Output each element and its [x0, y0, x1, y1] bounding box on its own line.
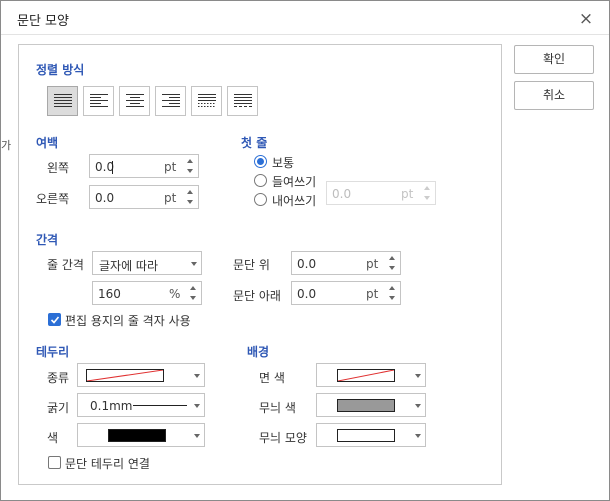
border-color-select[interactable] — [77, 423, 205, 447]
pattern-color-select[interactable] — [316, 393, 426, 417]
pattern-shape-select[interactable] — [316, 423, 426, 447]
no-border-slash-icon — [87, 370, 163, 381]
cancel-button[interactable]: 취소 — [514, 81, 594, 110]
background-text-fragment: 가 — [1, 139, 12, 152]
line-spacing-type-select[interactable]: 글자에 따라 — [92, 251, 202, 275]
border-type-label: 종류 — [47, 371, 70, 385]
space-above-field[interactable]: 0.0 pt — [291, 251, 401, 275]
pattern-shape-label: 무늬 모양 — [259, 431, 307, 445]
align-left-icon — [90, 94, 108, 107]
margin-heading: 여백 — [36, 136, 59, 150]
first-line-indent-value: 0.0 — [332, 187, 352, 201]
spacing-heading: 간격 — [36, 233, 59, 247]
margin-right-unit: pt — [164, 191, 177, 205]
dialog-title: 문단 모양 — [17, 14, 69, 29]
alignment-heading: 정렬 방식 — [36, 63, 85, 77]
chevron-down-icon — [415, 404, 421, 408]
text-caret — [112, 161, 113, 174]
space-below-spinner[interactable] — [386, 282, 400, 304]
face-color-label: 면 색 — [259, 371, 285, 385]
first-line-indent-radio[interactable] — [254, 174, 267, 187]
space-below-label: 문단 아래 — [233, 289, 281, 303]
border-connect-label: 문단 테두리 연결 — [65, 457, 150, 471]
chevron-down-icon — [194, 374, 200, 378]
close-icon[interactable]: × — [576, 9, 596, 29]
space-above-unit: pt — [366, 257, 379, 271]
pattern-color-label: 무늬 색 — [259, 401, 296, 415]
align-divide-icon — [234, 94, 252, 107]
pattern-shape-swatch — [337, 429, 395, 442]
space-above-label: 문단 위 — [233, 258, 270, 272]
first-line-indent-unit: pt — [401, 187, 414, 201]
border-thickness-label: 굵기 — [47, 401, 70, 415]
margin-left-spinner[interactable] — [184, 155, 198, 177]
align-justify-button[interactable] — [47, 86, 78, 116]
line-spacing-unit: % — [169, 287, 181, 301]
margin-left-label: 왼쪽 — [47, 161, 70, 175]
border-none-swatch — [86, 369, 164, 382]
border-color-label: 색 — [47, 431, 59, 445]
title-bar: 문단 모양 × — [1, 1, 609, 35]
space-below-field[interactable]: 0.0 pt — [291, 281, 401, 305]
line-grid-label: 편집 용지의 줄 격자 사용 — [65, 314, 191, 328]
align-distribute-button[interactable] — [191, 86, 222, 116]
first-line-hanging-radio[interactable] — [254, 193, 267, 206]
border-thickness-value: 0.1mm — [90, 399, 133, 413]
line-spacing-value-field[interactable]: 160 % — [92, 281, 202, 305]
align-center-button[interactable] — [119, 86, 150, 116]
border-thickness-select[interactable]: 0.1mm — [77, 393, 205, 417]
border-type-select[interactable] — [77, 363, 205, 387]
face-color-select[interactable] — [316, 363, 426, 387]
line-spacing-label: 줄 간격 — [47, 258, 84, 272]
align-divide-button[interactable] — [227, 86, 258, 116]
space-below-unit: pt — [366, 287, 379, 301]
align-left-button[interactable] — [83, 86, 114, 116]
margin-right-label: 오른쪽 — [36, 192, 70, 206]
margin-right-spinner[interactable] — [184, 186, 198, 208]
thickness-line-preview — [133, 405, 187, 406]
first-line-indent-spinner[interactable] — [421, 182, 435, 204]
space-above-value: 0.0 — [297, 257, 317, 271]
first-line-hanging-label: 내어쓰기 — [272, 194, 317, 208]
align-center-icon — [126, 94, 144, 107]
border-color-swatch — [108, 429, 166, 442]
chevron-down-icon — [415, 374, 421, 378]
first-line-indent-label: 들여쓰기 — [272, 175, 317, 189]
line-spacing-spinner[interactable] — [187, 282, 201, 304]
first-line-normal-radio[interactable] — [254, 155, 267, 168]
line-grid-checkbox[interactable] — [48, 313, 61, 326]
first-line-indent-field[interactable]: 0.0 pt — [326, 181, 436, 205]
align-right-icon — [162, 94, 180, 107]
chevron-down-icon — [415, 434, 421, 438]
align-distribute-icon — [198, 94, 216, 107]
space-above-spinner[interactable] — [386, 252, 400, 274]
chevron-down-icon — [191, 262, 197, 266]
ok-button[interactable]: 확인 — [514, 45, 594, 74]
checkmark-icon — [50, 316, 60, 324]
background-heading: 배경 — [247, 345, 270, 359]
chevron-down-icon — [194, 404, 200, 408]
line-spacing-type-value: 글자에 따라 — [99, 259, 159, 273]
first-line-heading: 첫 줄 — [241, 136, 268, 150]
pattern-color-swatch — [337, 399, 395, 412]
no-color-slash-icon — [338, 370, 394, 381]
margin-right-value: 0.0 — [95, 191, 115, 205]
border-heading: 테두리 — [36, 345, 70, 359]
paragraph-shape-dialog: 문단 모양 × 확인 취소 정렬 방식 여백 왼쪽 0.0 pt 오른쪽 0.0… — [0, 0, 610, 501]
margin-right-field[interactable]: 0.0 pt — [89, 185, 199, 209]
line-spacing-value: 160 — [98, 287, 121, 301]
chevron-down-icon — [194, 434, 200, 438]
align-justify-icon — [54, 94, 72, 107]
border-connect-checkbox[interactable] — [48, 456, 61, 469]
align-right-button[interactable] — [155, 86, 186, 116]
margin-left-unit: pt — [164, 160, 177, 174]
face-color-none-swatch — [337, 369, 395, 382]
space-below-value: 0.0 — [297, 287, 317, 301]
margin-left-field[interactable]: 0.0 pt — [89, 154, 199, 178]
first-line-normal-label: 보통 — [272, 156, 295, 170]
